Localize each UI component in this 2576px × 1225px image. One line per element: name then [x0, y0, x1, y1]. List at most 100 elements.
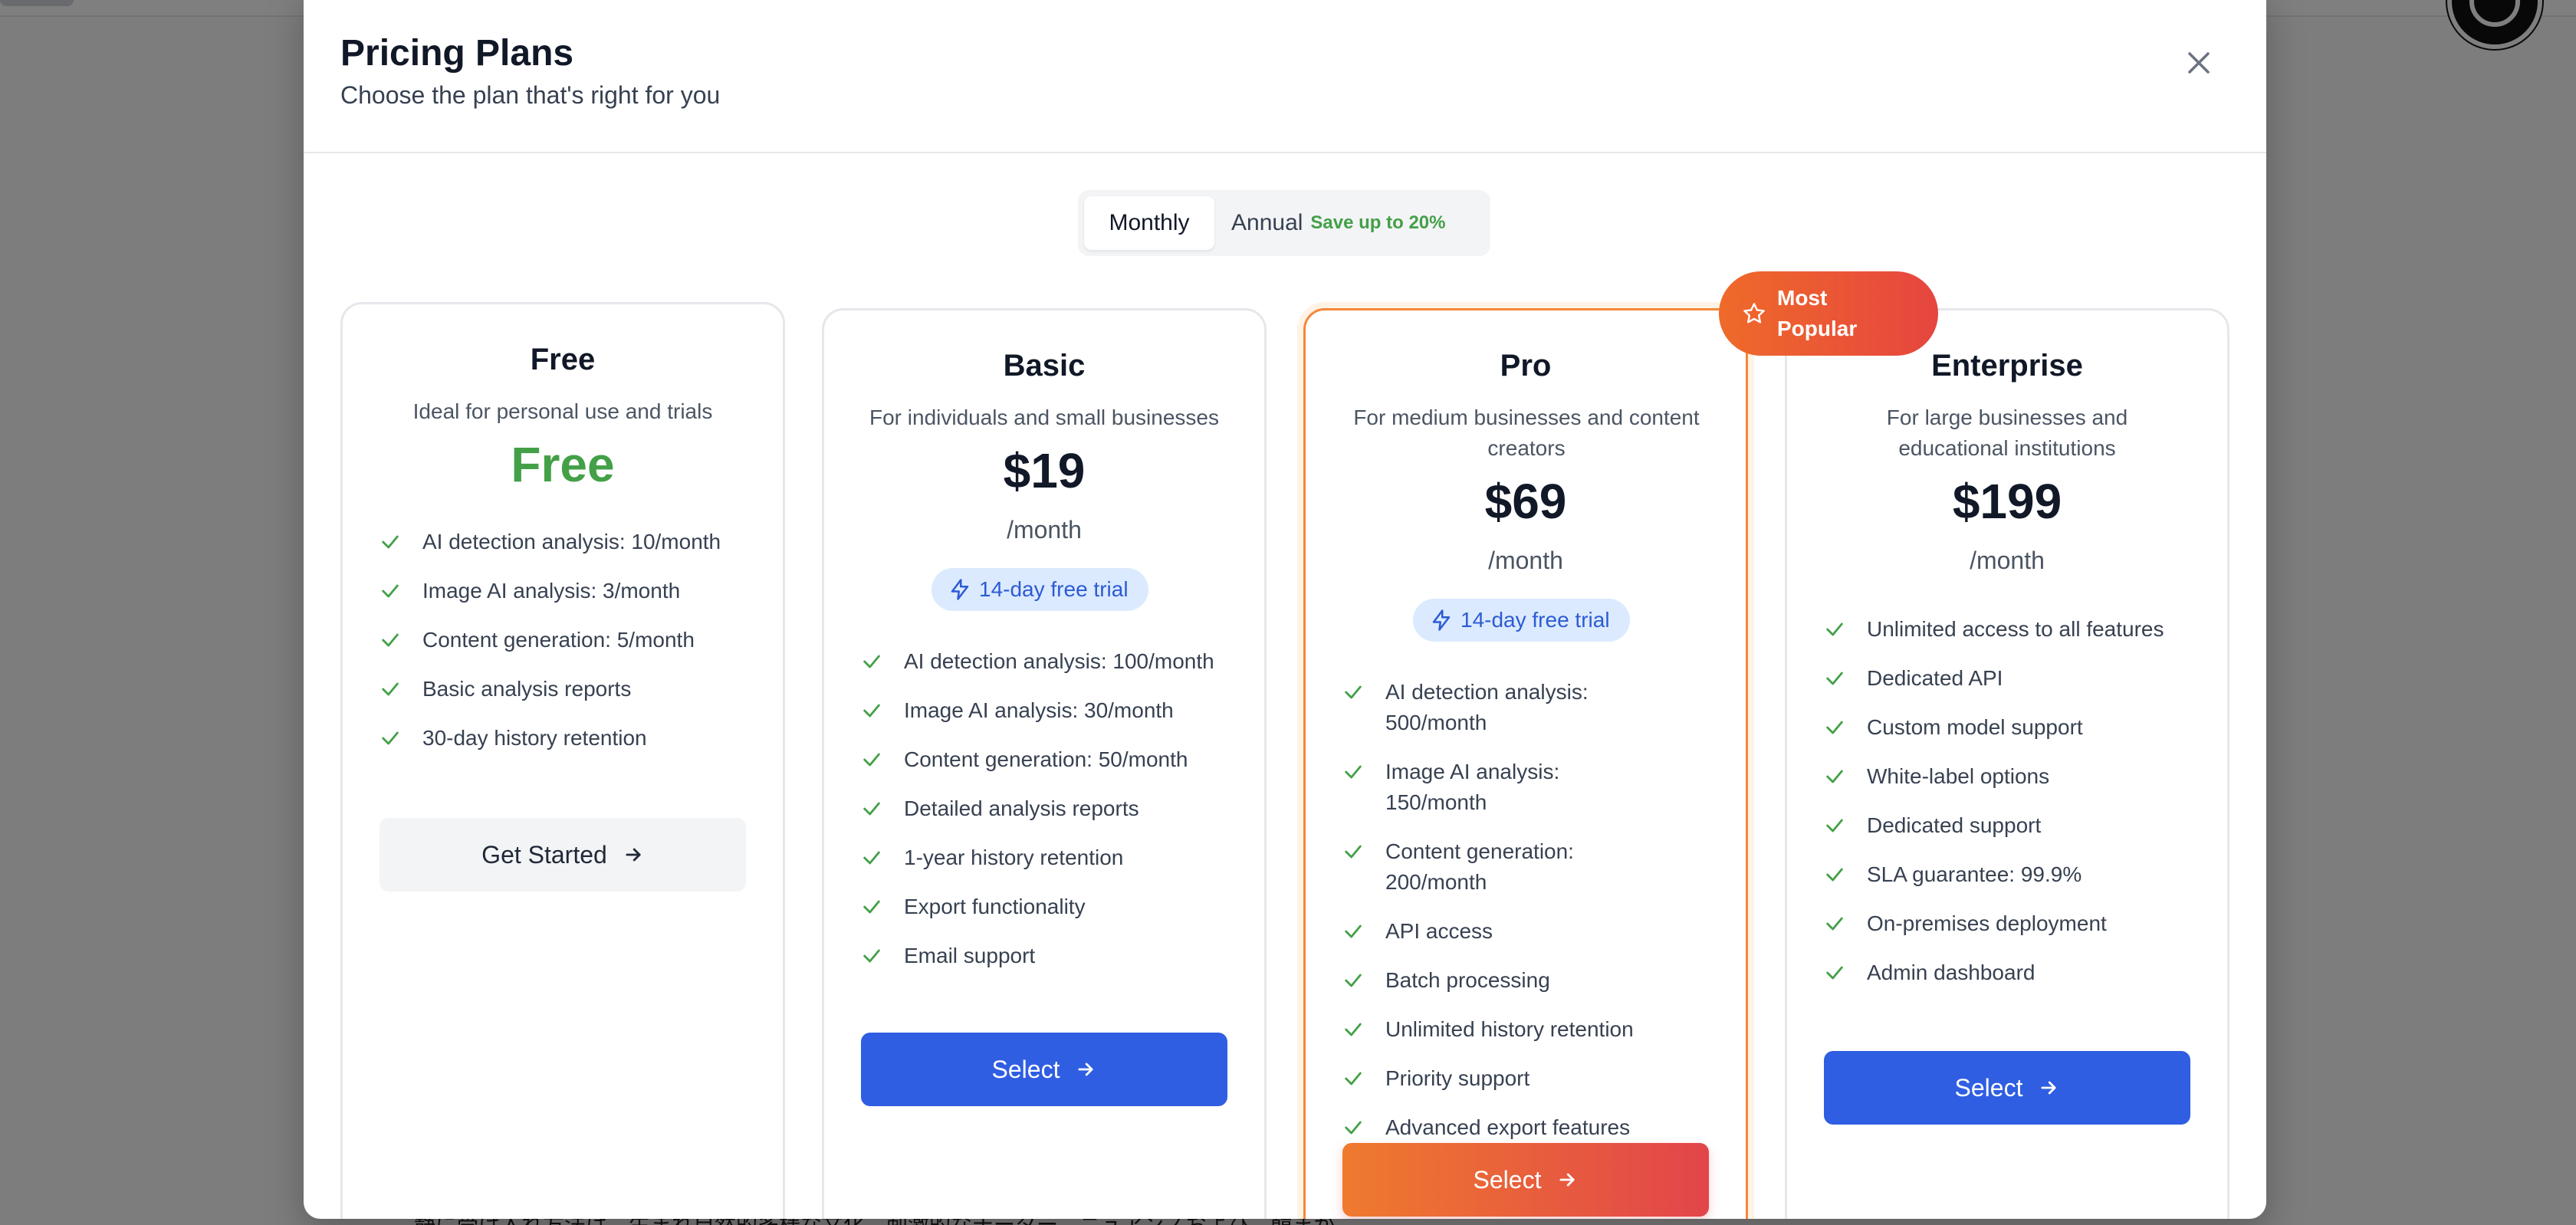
plan-period: /month: [1007, 516, 1082, 544]
feature-item: Content generation: 5/month: [380, 625, 763, 655]
feature-text: Image AI analysis: 3/month: [422, 579, 681, 603]
select-pro-button[interactable]: Select: [1342, 1143, 1709, 1217]
check-icon: [861, 842, 882, 873]
check-icon: [1824, 810, 1845, 841]
feature-text: Image AI analysis: 30/month: [904, 698, 1174, 722]
check-icon: [380, 625, 401, 655]
feature-item: Admin dashboard: [1824, 957, 2207, 988]
plan-period: /month: [1970, 547, 2045, 574]
check-icon: [1824, 761, 1845, 792]
check-icon: [1342, 916, 1364, 947]
feature-item: AI detection analysis: 100/month: [861, 646, 1244, 677]
check-icon: [861, 744, 882, 775]
feature-text: Unlimited history retention: [1385, 1017, 1634, 1041]
feature-item: Content generation: 50/month: [861, 744, 1244, 775]
feature-item: White-label options: [1824, 761, 2207, 792]
button-label: Get Started: [481, 840, 607, 869]
get-started-button[interactable]: Get Started: [380, 818, 746, 892]
feature-item: AI detection analysis: 500/month: [1342, 677, 1664, 738]
check-icon: [1824, 957, 1845, 988]
feature-item: Detailed analysis reports: [861, 793, 1244, 824]
check-icon: [861, 695, 882, 726]
feature-text: API access: [1385, 919, 1493, 943]
check-icon: [380, 527, 401, 557]
feature-text: Content generation: 50/month: [904, 747, 1188, 771]
feature-text: 30-day history retention: [422, 726, 647, 750]
plan-price: $69: [1484, 474, 1567, 529]
feature-list: Unlimited access to all features Dedicat…: [1824, 614, 2207, 1007]
lightning-icon: [951, 579, 969, 600]
feature-text: White-label options: [1867, 764, 2050, 788]
modal-header: Pricing Plans Choose the plan that's rig…: [304, 0, 2266, 153]
feature-text: Image AI analysis: 150/month: [1385, 760, 1560, 814]
feature-text: Export functionality: [904, 895, 1086, 918]
feature-text: Custom model support: [1867, 715, 2083, 739]
button-label: Select: [991, 1055, 1060, 1083]
feature-list: AI detection analysis: 100/month Image A…: [861, 646, 1244, 990]
pricing-modal: Pricing Plans Choose the plan that's rig…: [304, 0, 2266, 1219]
plan-description: For individuals and small businesses: [869, 406, 1219, 429]
plan-card-basic: Basic For individuals and small business…: [822, 308, 1267, 1219]
feature-item: API access: [1342, 916, 1664, 947]
check-icon: [380, 723, 401, 754]
feature-item: Priority support: [1342, 1063, 1664, 1094]
billing-toggle: Monthly Annual Save up to 20%: [1078, 190, 1490, 256]
close-icon[interactable]: [2177, 41, 2220, 84]
check-icon: [1342, 1014, 1364, 1045]
feature-item: 30-day history retention: [380, 723, 763, 754]
feature-text: Dedicated support: [1867, 813, 2042, 837]
feature-text: Content generation: 5/month: [422, 628, 695, 652]
feature-text: On-premises deployment: [1867, 911, 2107, 935]
check-icon: [1342, 836, 1364, 867]
feature-text: Detailed analysis reports: [904, 796, 1139, 820]
plan-price: Free: [511, 437, 615, 492]
feature-item: Dedicated API: [1824, 663, 2207, 694]
trial-badge: 14-day free trial: [932, 568, 1148, 611]
feature-item: Image AI analysis: 150/month: [1342, 757, 1664, 818]
feature-text: Advanced export features: [1385, 1115, 1631, 1139]
check-icon: [861, 646, 882, 677]
plan-description: Ideal for personal use and trials: [412, 399, 713, 423]
annual-label: Annual: [1231, 210, 1303, 235]
arrow-right-icon: [626, 848, 641, 862]
plan-price: $199: [1952, 474, 2062, 529]
check-icon: [1824, 712, 1845, 743]
feature-item: SLA guarantee: 99.9%: [1824, 859, 2207, 890]
feature-text: Content generation: 200/month: [1385, 839, 1574, 894]
feature-item: AI detection analysis: 10/month: [380, 527, 763, 557]
feature-item: 1-year history retention: [861, 842, 1244, 873]
feature-item: Custom model support: [1824, 712, 2207, 743]
billing-toggle-monthly[interactable]: Monthly: [1084, 196, 1214, 250]
select-enterprise-button[interactable]: Select: [1824, 1051, 2190, 1125]
billing-toggle-annual[interactable]: Annual Save up to 20%: [1231, 196, 1484, 250]
feature-item: Image AI analysis: 30/month: [861, 695, 1244, 726]
feature-text: Email support: [904, 944, 1036, 967]
check-icon: [1824, 859, 1845, 890]
modal-subtitle: Choose the plan that's right for you: [340, 81, 721, 109]
button-label: Select: [1954, 1073, 2023, 1102]
trial-badge: 14-day free trial: [1413, 599, 1630, 642]
check-icon: [380, 674, 401, 704]
check-icon: [1342, 677, 1364, 708]
most-popular-label: Most Popular: [1777, 286, 1858, 340]
feature-text: AI detection analysis: 10/month: [422, 530, 721, 553]
check-icon: [1824, 908, 1845, 939]
feature-item: Dedicated support: [1824, 810, 2207, 841]
feature-item: Basic analysis reports: [380, 674, 763, 704]
feature-item: Content generation: 200/month: [1342, 836, 1664, 898]
trial-label: 14-day free trial: [979, 577, 1129, 601]
plan-name: Basic: [1003, 349, 1086, 383]
feature-item: Export functionality: [861, 892, 1244, 922]
feature-item: Advanced export features: [1342, 1112, 1664, 1143]
check-icon: [1342, 1063, 1364, 1094]
star-icon: [1743, 303, 1765, 323]
check-icon: [1342, 965, 1364, 996]
modal-title: Pricing Plans: [340, 33, 574, 74]
check-icon: [1342, 1112, 1364, 1143]
select-basic-button[interactable]: Select: [861, 1033, 1227, 1106]
arrow-right-icon: [1078, 1062, 1094, 1076]
feature-item: Batch processing: [1342, 965, 1664, 996]
feature-text: 1-year history retention: [904, 846, 1124, 869]
button-label: Select: [1473, 1165, 1542, 1194]
feature-text: Dedicated API: [1867, 666, 2003, 690]
